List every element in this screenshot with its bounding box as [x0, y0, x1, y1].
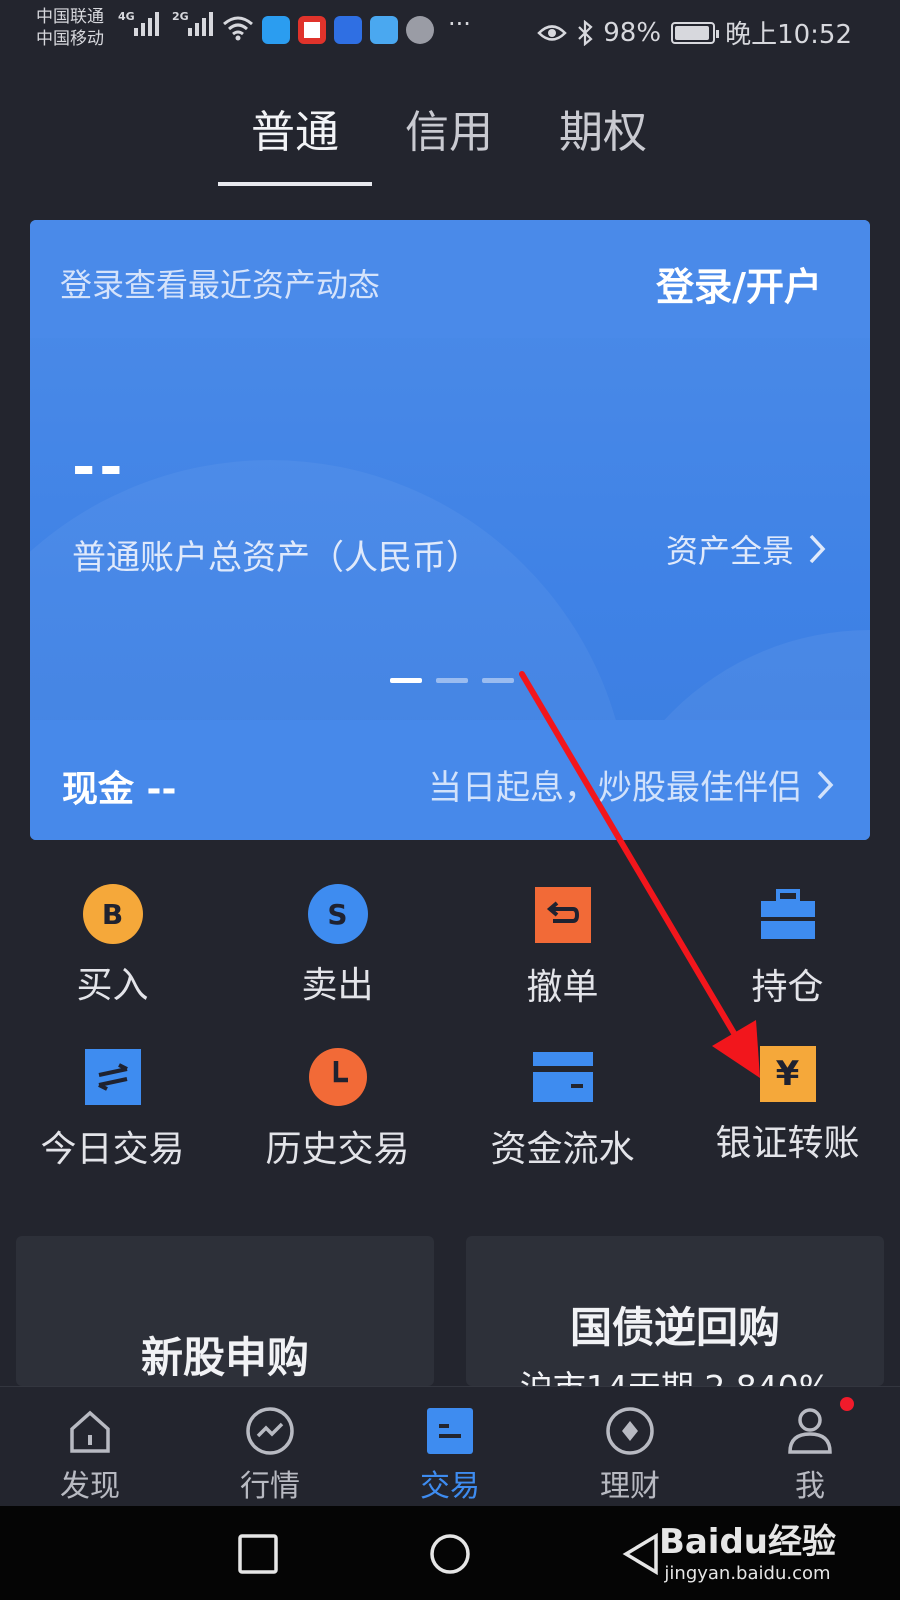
pager-dot	[482, 678, 514, 683]
history-trades-button[interactable]: 历史交易	[225, 1046, 450, 1172]
fund-flow-button[interactable]: 资金流水	[450, 1046, 675, 1172]
back-icon[interactable]	[620, 1532, 664, 1576]
tab-normal[interactable]: 普通	[220, 96, 370, 160]
recent-apps-icon[interactable]	[236, 1532, 280, 1576]
tab-options[interactable]: 期权	[528, 96, 678, 160]
nav-trade[interactable]: 交易	[360, 1405, 540, 1505]
holdings-label: 持仓	[751, 967, 824, 1008]
total-assets-value: --	[72, 435, 127, 500]
buy-button[interactable]: B 买入	[0, 884, 225, 1008]
asset-overview-label: 资产全景	[665, 532, 794, 570]
ipo-subscribe-tile[interactable]: 新股申购	[16, 1236, 434, 1386]
card-pager	[390, 678, 514, 683]
wallet-app-icon	[370, 16, 398, 44]
chevron-right-icon	[809, 534, 826, 564]
home-icon	[64, 1405, 116, 1457]
status-right: 98% 晚上10:52	[537, 14, 852, 51]
nav-discover-label: 发现	[60, 1469, 120, 1504]
yuan-icon: ¥	[759, 1046, 816, 1102]
nav-wealth[interactable]: 理财	[540, 1405, 720, 1505]
nav-market[interactable]: 行情	[180, 1405, 360, 1505]
sell-button[interactable]: S 卖出	[225, 884, 450, 1008]
today-trades-label: 今日交易	[40, 1129, 185, 1170]
wifi-icon	[223, 16, 253, 41]
cash-label: 现金 --	[62, 769, 177, 810]
bank-transfer-label: 银证转账	[715, 1123, 860, 1164]
bank-transfer-button[interactable]: ¥ 银证转账	[675, 1046, 900, 1166]
exchange-icon	[82, 1046, 144, 1108]
browser-app-icon	[262, 16, 290, 44]
history-trades-label: 历史交易	[265, 1129, 410, 1170]
baidu-app-icon	[334, 16, 362, 44]
nav-discover[interactable]: 发现	[0, 1405, 180, 1505]
cash-bar[interactable]: 现金 -- 当日起息，炒股最佳伴侣	[30, 720, 870, 840]
login-register-button[interactable]: 登录/开户	[656, 256, 822, 311]
clock-icon	[307, 1046, 369, 1108]
cancel-order-button[interactable]: 撤单	[450, 884, 675, 1010]
eye-icon	[537, 24, 568, 41]
pager-dot	[436, 678, 468, 683]
carrier-info: 中国联通 中国移动	[36, 6, 104, 50]
cancel-order-label: 撤单	[526, 967, 599, 1008]
home-button-icon[interactable]	[428, 1532, 472, 1576]
watermark-url: jingyan.baidu.com	[664, 1563, 831, 1584]
briefcase-icon	[757, 884, 819, 946]
sell-icon: S	[307, 884, 368, 944]
tab-credit[interactable]: 信用	[374, 96, 524, 160]
cash-promo[interactable]: 当日起息，炒股最佳伴侣	[428, 760, 834, 809]
compass-icon	[604, 1405, 656, 1457]
user-icon	[784, 1405, 836, 1457]
nav-me[interactable]: 我	[720, 1405, 900, 1505]
sell-label: 卖出	[301, 965, 374, 1006]
notification-dot	[840, 1397, 854, 1411]
carrier-1: 中国联通	[36, 7, 104, 27]
baidu-watermark: Baidu经验 jingyan.baidu.com	[659, 1514, 836, 1584]
bluetooth-icon	[578, 19, 593, 46]
system-nav-bar: Baidu经验 jingyan.baidu.com	[0, 1506, 900, 1600]
nav-trade-label: 交易	[420, 1469, 480, 1504]
holdings-button[interactable]: 持仓	[675, 884, 900, 1010]
chevron-right-icon	[817, 770, 834, 799]
trade-icon	[424, 1405, 476, 1457]
signal-icon: 4G	[118, 10, 159, 36]
signal-icon: 2G	[172, 10, 213, 36]
market-icon	[244, 1405, 296, 1457]
notification-icons	[262, 16, 434, 44]
card-header: 登录查看最近资产动态 登录/开户	[30, 220, 870, 338]
nav-me-label: 我	[795, 1469, 825, 1504]
nav-wealth-label: 理财	[600, 1469, 660, 1504]
nav-market-label: 行情	[240, 1469, 300, 1504]
today-trades-button[interactable]: 今日交易	[0, 1046, 225, 1172]
message-app-icon	[406, 16, 434, 44]
treasury-repo-tile[interactable]: 国债逆回购 沪市14天期 2.840%	[466, 1236, 884, 1386]
repo-rate: 沪市14天期 2.840%	[466, 1361, 884, 1386]
more-notifications: ···	[448, 10, 471, 38]
watermark-brand: Baidu经验	[658, 1522, 836, 1562]
carrier-2: 中国移动	[36, 29, 104, 49]
cash-promo-text: 当日起息，炒股最佳伴侣	[428, 768, 802, 808]
battery-icon	[671, 21, 720, 44]
status-bar: 中国联通 中国移动 4G 2G ··· 98% 晚上10:52	[0, 0, 900, 60]
asset-overview-link[interactable]: 资产全景	[666, 526, 826, 572]
clock: 晚上10:52	[725, 20, 852, 50]
repo-title: 国债逆回购	[569, 1303, 780, 1352]
news-app-icon	[298, 16, 326, 44]
buy-icon: B	[82, 884, 143, 944]
active-tab-indicator	[218, 182, 372, 186]
asset-card[interactable]: 登录查看最近资产动态 登录/开户 -- 普通账户总资产（人民币） 资产全景 现金…	[30, 220, 870, 840]
undo-icon	[532, 884, 594, 946]
ipo-title: 新股申购	[140, 1333, 309, 1382]
fund-flow-label: 资金流水	[490, 1129, 635, 1170]
card-icon	[532, 1046, 594, 1108]
account-tabs: 普通 信用 期权	[0, 96, 900, 196]
login-hint: 登录查看最近资产动态	[60, 266, 381, 304]
total-assets-label: 普通账户总资产（人民币）	[72, 538, 480, 578]
buy-label: 买入	[76, 965, 149, 1006]
battery-percent: 98%	[603, 17, 662, 48]
bottom-nav: 发现 行情 交易 理财 我	[0, 1386, 900, 1506]
pager-dot	[390, 678, 422, 683]
